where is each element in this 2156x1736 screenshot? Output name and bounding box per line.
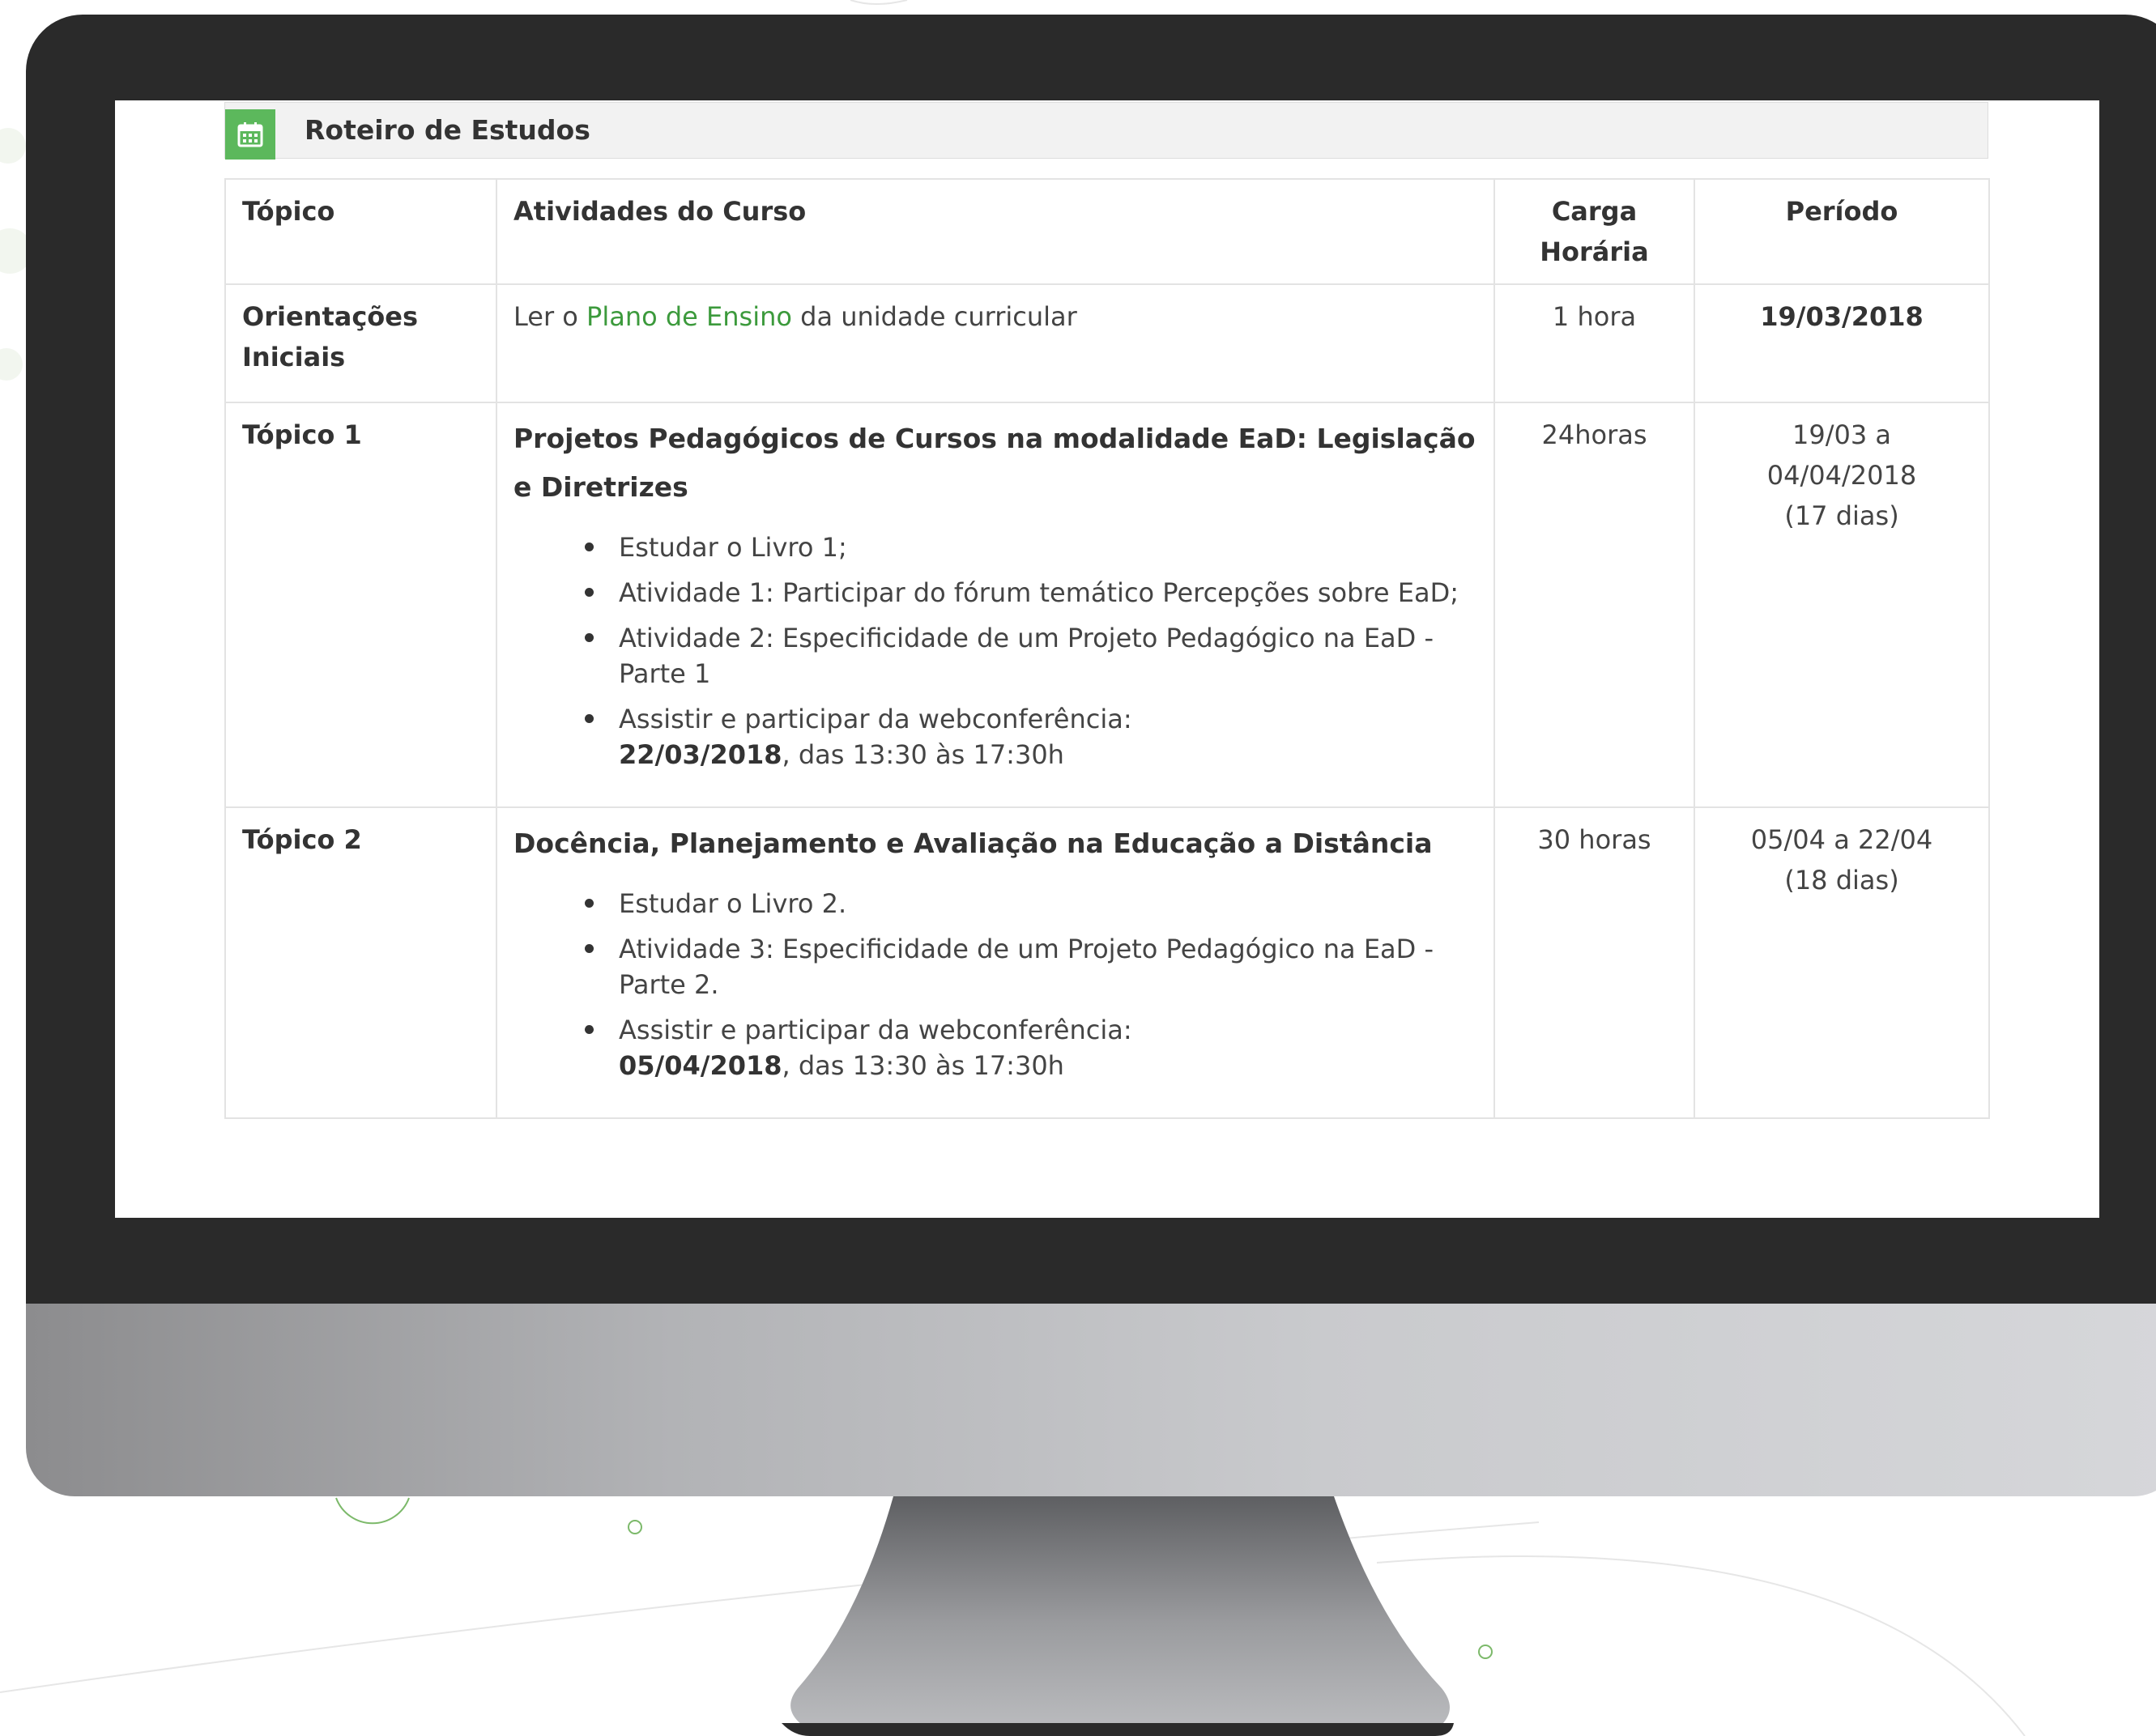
- list-item: Atividade 2: Especificidade de um Projet…: [585, 620, 1477, 691]
- period-cell: 19/03 a 04/04/2018 (17 dias): [1694, 402, 1990, 808]
- header-activities: Atividades do Curso: [496, 178, 1495, 285]
- list-item: Atividade 1: Participar do fórum temátic…: [585, 575, 1477, 611]
- list-item: Assistir e participar da webconferência:…: [585, 701, 1477, 772]
- panel-title: Roteiro de Estudos: [305, 114, 590, 146]
- period-cell: 05/04 a 22/04 (18 dias): [1694, 806, 1990, 1119]
- period-line2: 04/04/2018: [1766, 460, 1917, 491]
- topic-cell: Tópico 1: [224, 402, 497, 808]
- teaching-plan-link[interactable]: Plano de Ensino: [586, 301, 792, 332]
- activity-cell: Ler o Plano de Ensino da unidade curricu…: [496, 283, 1495, 403]
- webconference-time: , das 13:30 às 17:30h: [782, 739, 1064, 770]
- workload-cell: 24horas: [1493, 402, 1695, 808]
- webconference-time: , das 13:30 às 17:30h: [782, 1050, 1064, 1081]
- webconference-label: Assistir e participar da webconferência:: [619, 704, 1132, 734]
- activity-cell: Projetos Pedagógicos de Cursos na modali…: [496, 402, 1495, 808]
- header-workload-line2: Horária: [1540, 236, 1649, 267]
- topic-title: Docência, Planejamento e Avaliação na Ed…: [513, 828, 1433, 859]
- panel-header: Roteiro de Estudos: [224, 102, 1988, 160]
- activity-text-suffix: da unidade curricular: [791, 301, 1077, 332]
- webconference-date: 05/04/2018: [619, 1050, 782, 1081]
- webconference-label: Assistir e participar da webconferência:: [619, 1015, 1132, 1045]
- study-plan-table: Tópico Atividades do Curso Carga Horária…: [224, 178, 1990, 1119]
- table-row: Tópico 1 Projetos Pedagógicos de Cursos …: [224, 402, 1990, 808]
- table-row: Tópico 2 Docência, Planejamento e Avalia…: [224, 806, 1990, 1119]
- monitor-chin: [26, 1304, 2156, 1496]
- activity-cell: Docência, Planejamento e Avaliação na Ed…: [496, 806, 1495, 1119]
- topic-label-line2: Iniciais: [242, 342, 346, 372]
- topic-cell: Orientações Iniciais: [224, 283, 497, 403]
- list-item: Atividade 3: Especificidade de um Projet…: [585, 931, 1477, 1002]
- activity-list: Estudar o Livro 1; Atividade 1: Particip…: [513, 530, 1477, 772]
- period-line1: 19/03 a: [1792, 419, 1891, 450]
- header-workload-line1: Carga: [1551, 196, 1638, 227]
- header-topic: Tópico: [224, 178, 497, 285]
- screen: Roteiro de Estudos Tópico Atividades do …: [115, 100, 2099, 1218]
- workload-cell: 30 horas: [1493, 806, 1695, 1119]
- period-line1: 05/04 a 22/04: [1750, 824, 1933, 855]
- topic-cell: Tópico 2: [224, 806, 497, 1119]
- header-workload: Carga Horária: [1493, 178, 1695, 285]
- period-line2: (18 dias): [1784, 865, 1899, 896]
- topic-title: Projetos Pedagógicos de Cursos na modali…: [513, 423, 1476, 503]
- webconference-date: 22/03/2018: [619, 739, 782, 770]
- activity-text-prefix: Ler o: [513, 301, 587, 332]
- topic-label-line1: Orientações: [242, 301, 419, 332]
- list-item: Assistir e participar da webconferência:…: [585, 1012, 1477, 1083]
- list-item: Estudar o Livro 2.: [585, 886, 1477, 921]
- period-line3: (17 dias): [1784, 500, 1899, 531]
- period-cell: 19/03/2018: [1694, 283, 1990, 403]
- workload-cell: 1 hora: [1493, 283, 1695, 403]
- header-period: Período: [1694, 178, 1990, 285]
- table-header-row: Tópico Atividades do Curso Carga Horária…: [224, 178, 1990, 285]
- list-item: Estudar o Livro 1;: [585, 530, 1477, 565]
- calendar-icon: [225, 109, 275, 160]
- activity-list: Estudar o Livro 2. Atividade 3: Especifi…: [513, 886, 1477, 1083]
- table-row: Orientações Iniciais Ler o Plano de Ensi…: [224, 283, 1990, 403]
